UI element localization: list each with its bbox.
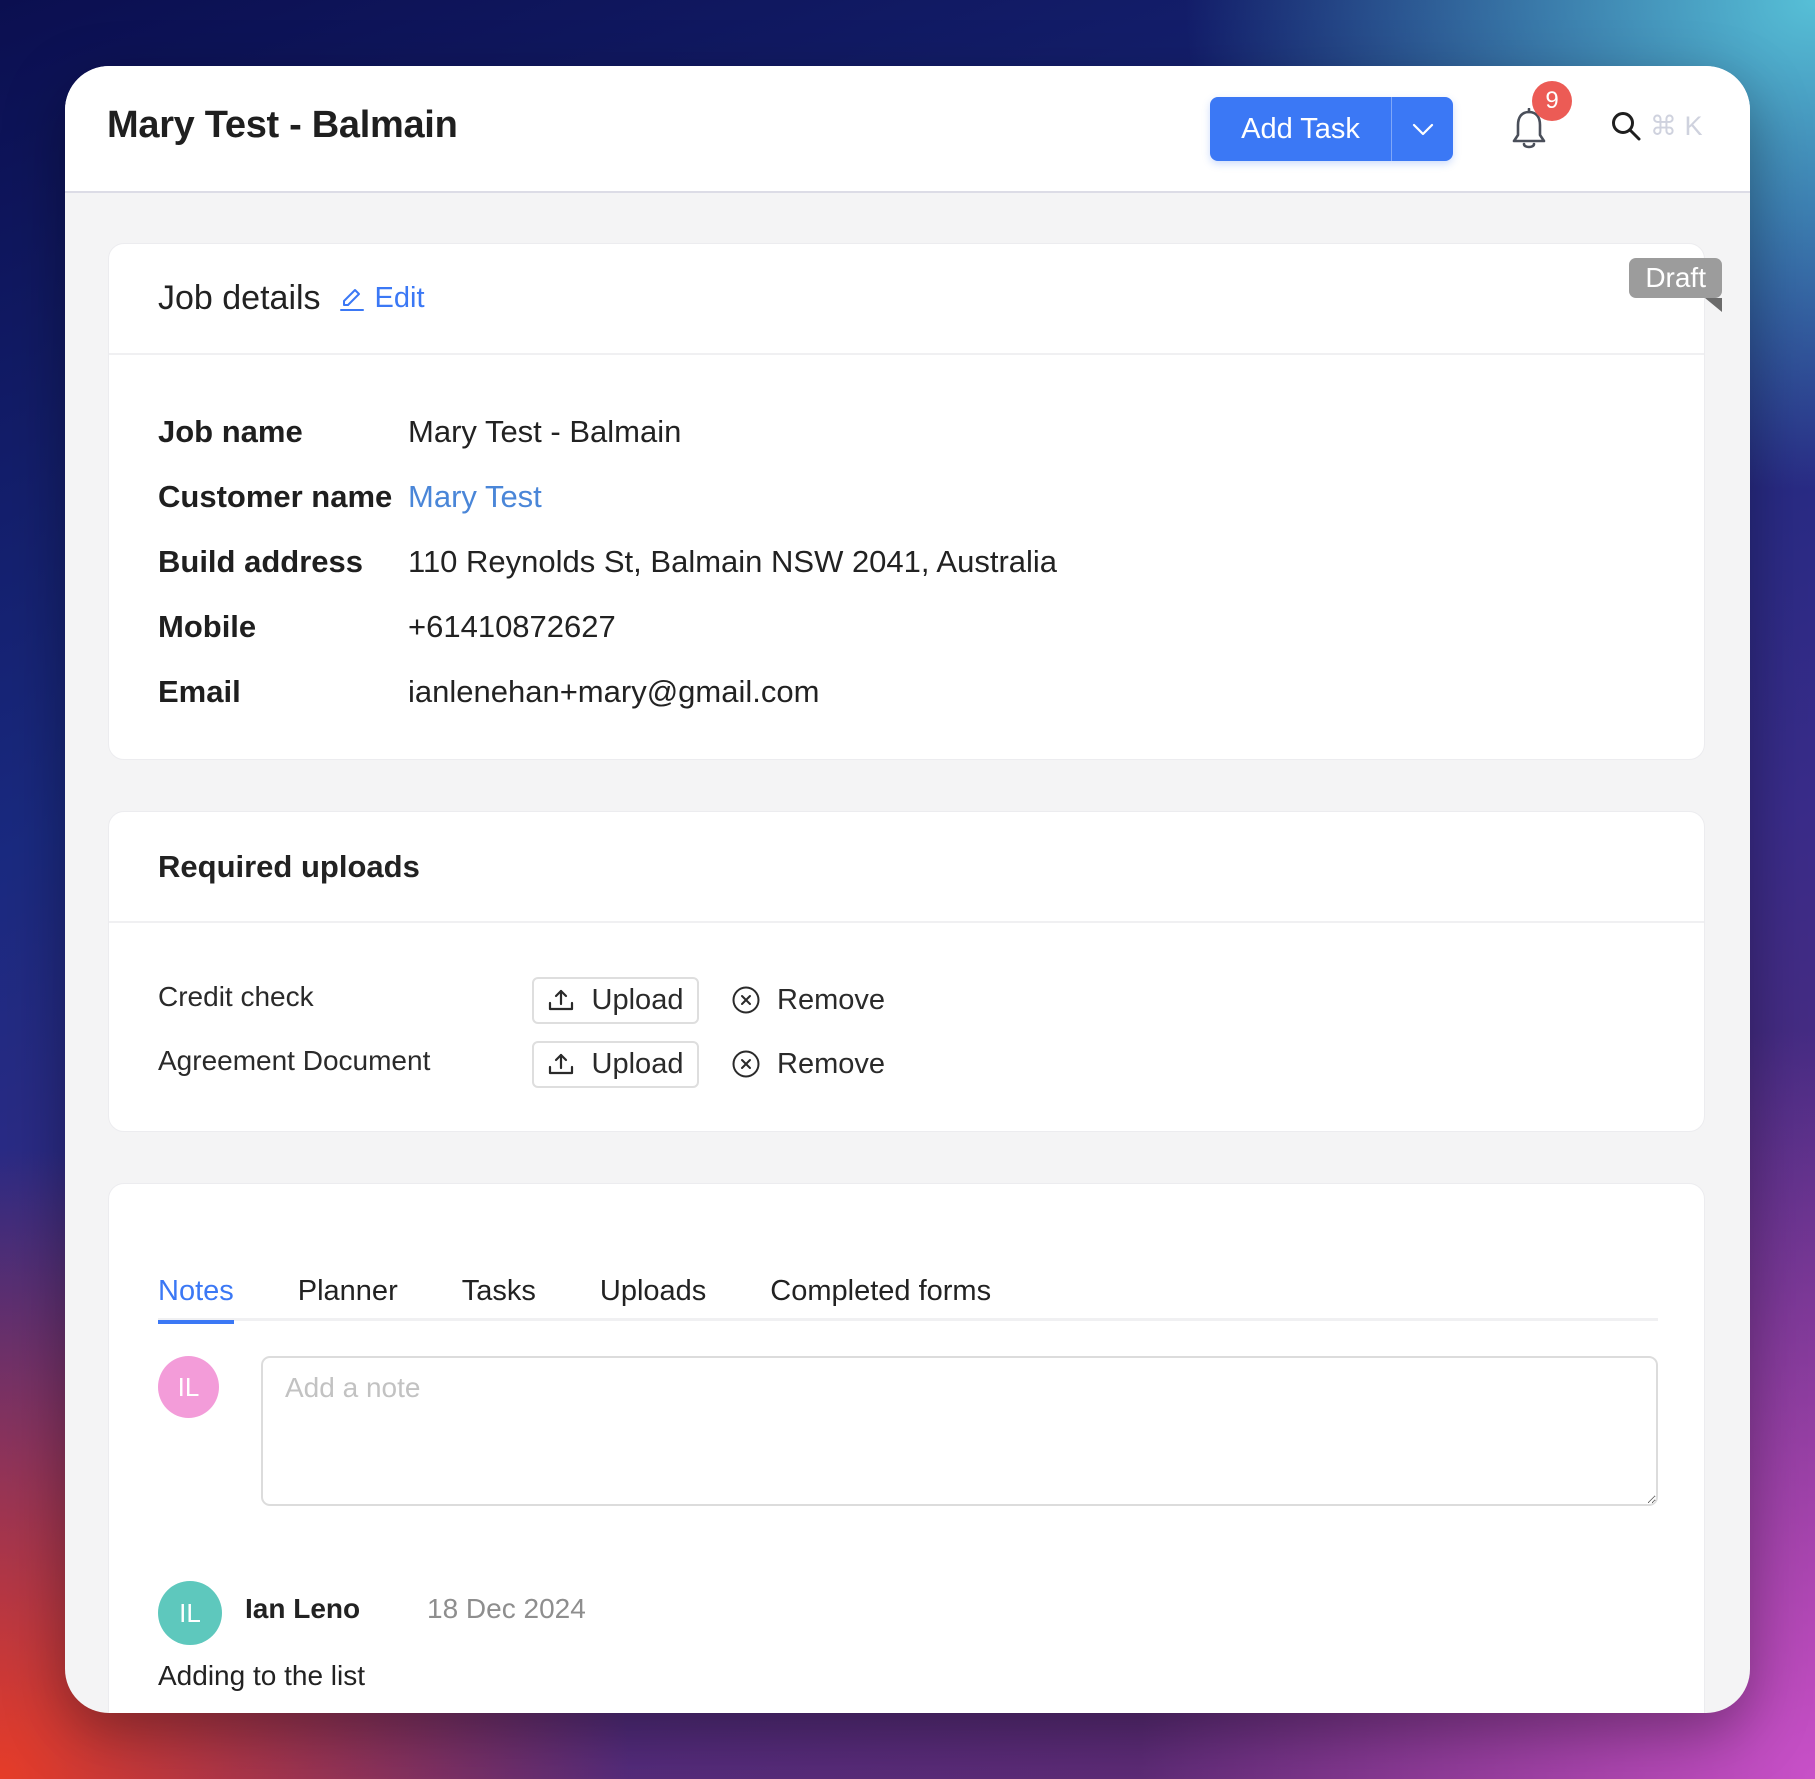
- required-uploads-header: Required uploads: [109, 812, 1704, 923]
- add-note-input[interactable]: [261, 1356, 1658, 1506]
- detail-label: Mobile: [158, 608, 257, 644]
- job-details-card: Job details Edit Draft Job name Mary Tes…: [108, 243, 1722, 760]
- required-uploads-card: Required uploads Credit check Upload Rem…: [108, 811, 1705, 1132]
- close-circle-icon: [732, 986, 760, 1014]
- detail-label: Customer name: [158, 478, 393, 514]
- note-author-avatar: IL: [158, 1581, 222, 1645]
- search-shortcut-hint: ⌘ K: [1650, 110, 1703, 141]
- remove-button-label: Remove: [777, 1047, 885, 1080]
- tab-uploads[interactable]: Uploads: [600, 1261, 706, 1321]
- status-badge-draft: Draft: [1629, 258, 1722, 312]
- job-details-list: Job name Mary Test - Balmain Customer na…: [109, 355, 1704, 724]
- note-date: 18 Dec 2024: [427, 1593, 586, 1624]
- upload-item-label: Credit check: [158, 981, 314, 1012]
- upload-row-credit-check: Credit check Upload Remove: [158, 968, 1704, 1032]
- search-button[interactable]: ⌘ K: [1610, 110, 1703, 142]
- upload-icon: [548, 989, 573, 1011]
- detail-row-build-address: Build address 110 Reynolds St, Balmain N…: [158, 529, 1704, 594]
- job-name-value: Mary Test - Balmain: [408, 413, 682, 449]
- detail-label: Email: [158, 673, 241, 709]
- notification-count-badge: 9: [1532, 81, 1572, 121]
- customer-name-link[interactable]: Mary Test: [408, 479, 542, 515]
- mobile-value: +61410872627: [408, 608, 616, 644]
- note-body: Adding to the list: [158, 1660, 366, 1691]
- remove-button-label: Remove: [777, 983, 885, 1016]
- detail-row-customer-name: Customer name Mary Test: [158, 464, 1704, 529]
- edit-label: Edit: [374, 282, 425, 314]
- job-details-title: Job details: [158, 279, 321, 317]
- pencil-icon: [339, 288, 364, 311]
- tab-planner[interactable]: Planner: [298, 1261, 398, 1321]
- upload-button-label: Upload: [591, 1047, 684, 1080]
- upload-row-agreement-document: Agreement Document Upload Remove: [158, 1032, 1704, 1096]
- upload-button[interactable]: Upload: [532, 1040, 699, 1088]
- detail-row-job-name: Job name Mary Test - Balmain: [158, 399, 1704, 464]
- close-circle-icon: [732, 1050, 760, 1078]
- add-task-split-button: Add Task: [1210, 97, 1453, 161]
- upload-button-label: Upload: [591, 983, 684, 1016]
- remove-button[interactable]: Remove: [731, 984, 885, 1017]
- email-value: ianlenehan+mary@gmail.com: [408, 673, 820, 709]
- detail-row-email: Email ianlenehan+mary@gmail.com: [158, 659, 1704, 724]
- upload-item-label: Agreement Document: [158, 1045, 431, 1076]
- app-window: Mary Test - Balmain Add Task 9 ⌘ K Job d…: [65, 66, 1750, 1713]
- tab-notes[interactable]: Notes: [158, 1261, 234, 1324]
- build-address-value: 110 Reynolds St, Balmain NSW 2041, Austr…: [408, 543, 1058, 579]
- add-task-button[interactable]: Add Task: [1210, 97, 1391, 161]
- search-icon: [1612, 112, 1641, 141]
- detail-row-mobile: Mobile +61410872627: [158, 594, 1704, 659]
- remove-button[interactable]: Remove: [731, 1048, 885, 1081]
- detail-label: Build address: [158, 543, 363, 579]
- note-author: Ian Leno: [245, 1593, 361, 1624]
- composer-avatar: IL: [158, 1356, 219, 1418]
- page-title: Mary Test - Balmain: [107, 104, 458, 146]
- top-bar: Mary Test - Balmain Add Task 9 ⌘ K: [65, 66, 1750, 193]
- tab-bar: Notes Planner Tasks Uploads Completed fo…: [158, 1261, 1658, 1324]
- upload-icon: [548, 1053, 573, 1075]
- detail-label: Job name: [158, 413, 303, 449]
- required-uploads-list: Credit check Upload Remove Agreement Doc…: [109, 923, 1704, 1096]
- activity-card: Notes Planner Tasks Uploads Completed fo…: [108, 1183, 1705, 1713]
- job-details-header: Job details Edit: [109, 244, 1704, 355]
- tab-tasks[interactable]: Tasks: [462, 1261, 536, 1321]
- required-uploads-title: Required uploads: [158, 848, 420, 884]
- edit-job-button[interactable]: Edit: [339, 282, 425, 315]
- upload-button[interactable]: Upload: [532, 976, 699, 1024]
- add-task-dropdown-button[interactable]: [1392, 97, 1453, 161]
- tab-completed-forms[interactable]: Completed forms: [770, 1261, 991, 1321]
- chevron-down-icon: [1412, 123, 1433, 136]
